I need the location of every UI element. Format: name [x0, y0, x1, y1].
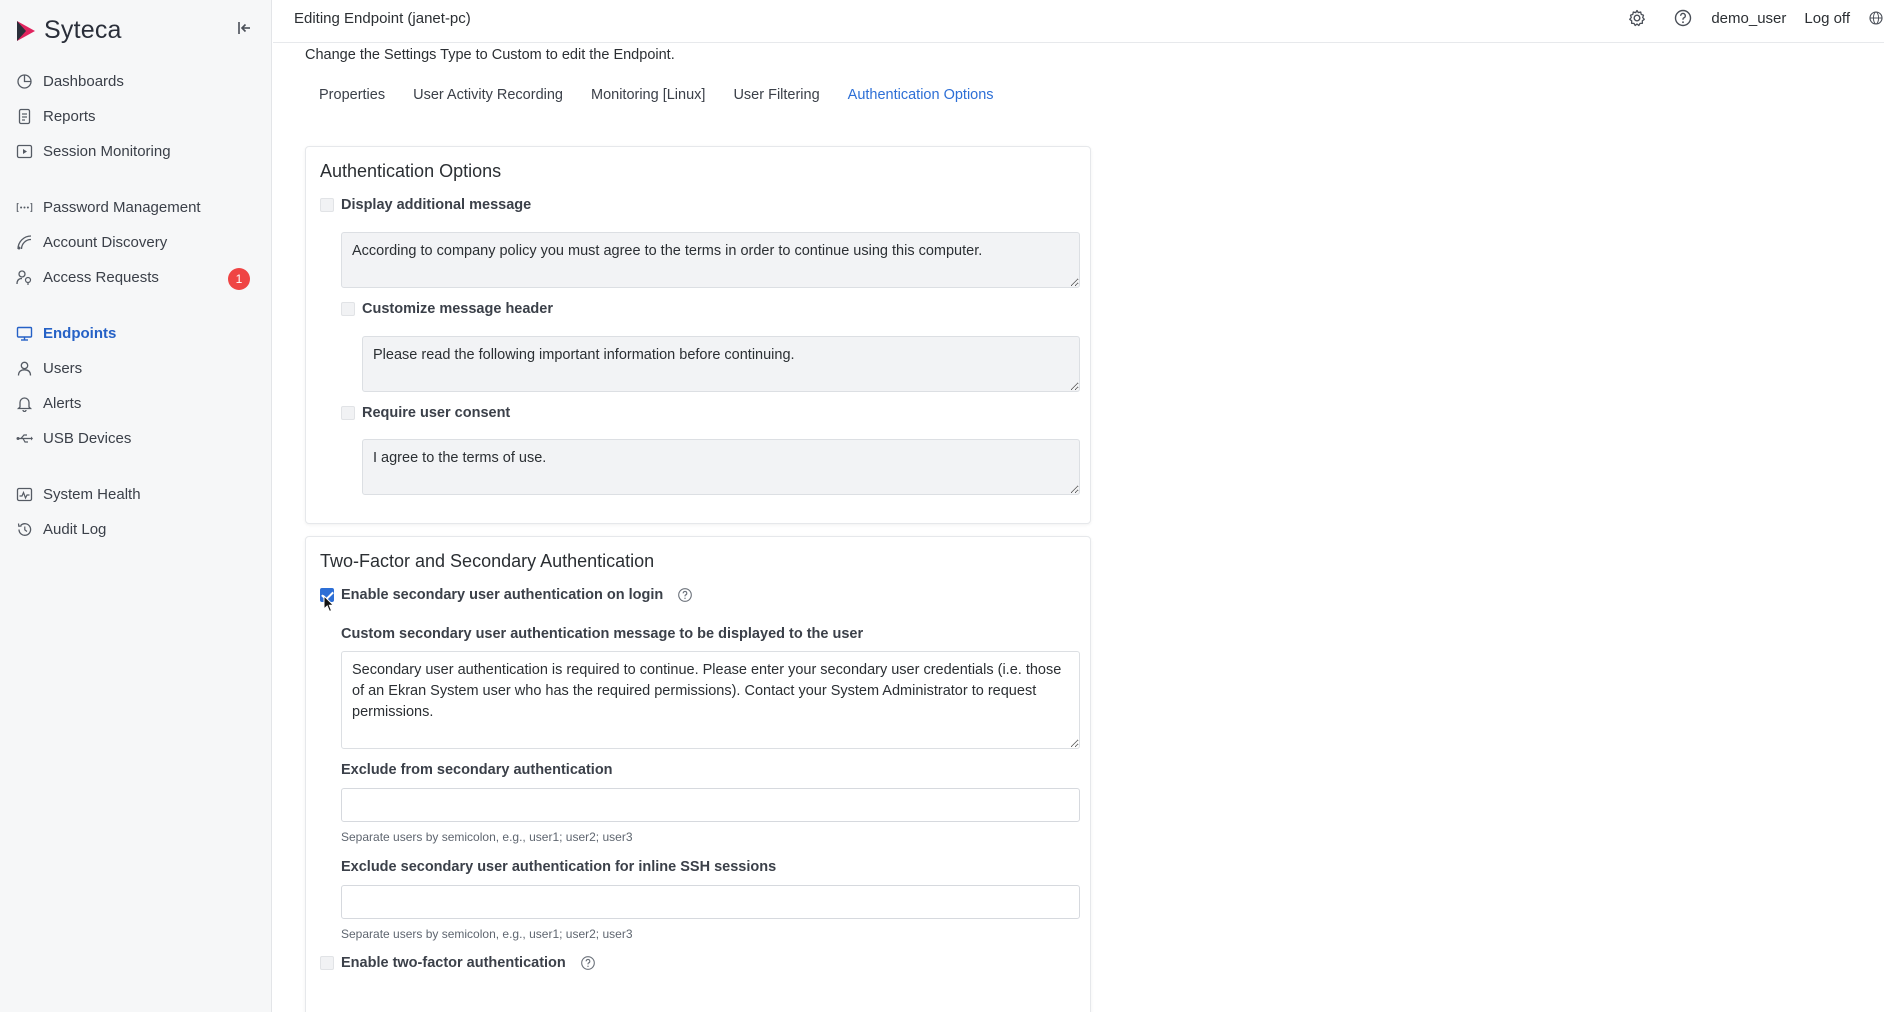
- mouse-cursor-icon: [323, 595, 335, 613]
- nav-group: System Health Audit Log: [0, 477, 272, 547]
- help-icon[interactable]: [580, 955, 596, 971]
- help-circle-icon[interactable]: [1673, 8, 1693, 28]
- sidebar-item-label: Reports: [43, 108, 96, 125]
- nav-group: Password Management Account Discovery Ac…: [0, 190, 272, 295]
- customize-header-checkbox[interactable]: [341, 302, 355, 316]
- sidebar-item-account-discovery[interactable]: Account Discovery: [0, 225, 272, 260]
- sidebar-item-audit-log[interactable]: Audit Log: [0, 512, 272, 547]
- sidebar-nav: Dashboards Reports Session Monitoring Pa…: [0, 64, 272, 568]
- enable-secondary-auth-label: Enable secondary user authentication on …: [341, 587, 664, 603]
- enable-2fa-label: Enable two-factor authentication: [341, 955, 566, 971]
- monitor-icon: [16, 325, 33, 342]
- consent-text-textarea[interactable]: I agree to the terms of use.: [362, 439, 1080, 495]
- sidebar-item-label: Account Discovery: [43, 234, 168, 251]
- health-chart-icon: [16, 486, 33, 503]
- notification-badge: 1: [228, 268, 250, 290]
- tab-authentication-options[interactable]: Authentication Options: [848, 87, 994, 103]
- collapse-sidebar-icon[interactable]: [234, 18, 254, 38]
- main-content: Change the Settings Type to Custom to ed…: [273, 43, 1884, 1012]
- usb-icon: [16, 430, 33, 447]
- message-header-textarea[interactable]: Please read the following important info…: [362, 336, 1080, 392]
- sidebar-item-label: Users: [43, 360, 83, 377]
- sidebar-item-label: Audit Log: [43, 521, 107, 538]
- customize-header-option: Customize message header: [341, 301, 553, 317]
- page-title: Editing Endpoint (janet-pc): [294, 10, 471, 27]
- bell-icon: [16, 395, 33, 412]
- card-title: Authentication Options: [320, 161, 502, 181]
- sidebar-item-label: Dashboards: [43, 73, 124, 90]
- enable-secondary-auth-option: Enable secondary user authentication on …: [320, 587, 693, 603]
- sidebar-item-label: Endpoints: [43, 325, 117, 342]
- enable-2fa-option: Enable two-factor authentication: [320, 955, 596, 971]
- topbar-actions: demo_user Log off: [1627, 0, 1884, 36]
- display-message-option: Display additional message: [320, 197, 531, 213]
- tab-properties[interactable]: Properties: [305, 87, 385, 103]
- sidebar-item-reports[interactable]: Reports: [0, 99, 272, 134]
- secondary-auth-message-textarea[interactable]: Secondary user authentication is require…: [341, 651, 1080, 749]
- gear-icon[interactable]: [1627, 8, 1647, 28]
- sidebar-item-endpoints[interactable]: Endpoints: [0, 316, 272, 351]
- syteca-logo-icon: [17, 20, 35, 41]
- tab-user-filtering[interactable]: User Filtering: [733, 87, 819, 103]
- require-consent-label: Require user consent: [362, 405, 511, 421]
- tab-user-activity-recording[interactable]: User Activity Recording: [413, 87, 563, 103]
- settings-type-hint: Change the Settings Type to Custom to ed…: [305, 47, 675, 63]
- display-message-label: Display additional message: [341, 197, 532, 213]
- topbar: Editing Endpoint (janet-pc) demo_user Lo…: [273, 0, 1884, 43]
- sidebar-item-system-health[interactable]: System Health: [0, 477, 272, 512]
- two-factor-auth-card: Two-Factor and Secondary Authentication …: [305, 536, 1091, 1012]
- settings-tabs: Properties User Activity Recording Monit…: [305, 87, 994, 103]
- customize-header-label: Customize message header: [362, 301, 553, 317]
- current-user-name[interactable]: demo_user: [1711, 10, 1786, 27]
- user-icon: [16, 360, 33, 377]
- logoff-link[interactable]: Log off: [1804, 10, 1850, 27]
- brand-logo[interactable]: Syteca: [14, 16, 122, 45]
- help-icon[interactable]: [677, 587, 693, 603]
- exclude-ssh-label: Exclude secondary user authentication fo…: [341, 859, 777, 875]
- sidebar-item-label: System Health: [43, 486, 141, 503]
- exclude-ssh-input[interactable]: [341, 885, 1080, 919]
- sidebar: Syteca Dashboards Reports Session Monito…: [0, 0, 272, 1012]
- sidebar-item-label: Password Management: [43, 199, 201, 216]
- history-icon: [16, 521, 33, 538]
- sidebar-item-dashboards[interactable]: Dashboards: [0, 64, 272, 99]
- exclude-secondary-input[interactable]: [341, 788, 1080, 822]
- card-title: Two-Factor and Secondary Authentication: [320, 551, 655, 571]
- document-icon: [16, 108, 33, 125]
- require-consent-checkbox[interactable]: [341, 406, 355, 420]
- sidebar-item-label: Session Monitoring: [43, 143, 171, 160]
- sidebar-item-users[interactable]: Users: [0, 351, 272, 386]
- authentication-options-card: Authentication Options Display additiona…: [305, 146, 1091, 524]
- sidebar-item-label: Alerts: [43, 395, 82, 412]
- sidebar-item-session-monitoring[interactable]: Session Monitoring: [0, 134, 272, 169]
- play-screen-icon: [16, 143, 33, 160]
- tab-monitoring-linux[interactable]: Monitoring [Linux]: [591, 87, 705, 103]
- brand-name: Syteca: [44, 16, 122, 44]
- additional-message-textarea[interactable]: According to company policy you must agr…: [341, 232, 1080, 288]
- user-key-icon: [16, 269, 33, 286]
- display-message-checkbox[interactable]: [320, 198, 334, 212]
- sidebar-item-alerts[interactable]: Alerts: [0, 386, 272, 421]
- sidebar-item-access-requests[interactable]: Access Requests 1: [0, 260, 272, 295]
- radar-icon: [16, 234, 33, 251]
- dashboard-icon: [16, 73, 33, 90]
- exclude-secondary-label: Exclude from secondary authentication: [341, 762, 613, 778]
- require-consent-option: Require user consent: [341, 405, 510, 421]
- sidebar-item-label: USB Devices: [43, 430, 132, 447]
- nav-group: Endpoints Users Alerts USB Devices: [0, 316, 272, 456]
- enable-2fa-checkbox[interactable]: [320, 956, 334, 970]
- sidebar-item-password-management[interactable]: Password Management: [0, 190, 272, 225]
- exclude-secondary-helper: Separate users by semicolon, e.g., user1…: [341, 830, 633, 844]
- globe-icon[interactable]: [1868, 8, 1884, 28]
- exclude-ssh-helper: Separate users by semicolon, e.g., user1…: [341, 927, 633, 941]
- custom-message-label: Custom secondary user authentication mes…: [341, 626, 864, 642]
- password-dots-icon: [16, 199, 33, 216]
- sidebar-item-label: Access Requests: [43, 269, 159, 286]
- nav-group: Dashboards Reports Session Monitoring: [0, 64, 272, 169]
- sidebar-item-usb-devices[interactable]: USB Devices: [0, 421, 272, 456]
